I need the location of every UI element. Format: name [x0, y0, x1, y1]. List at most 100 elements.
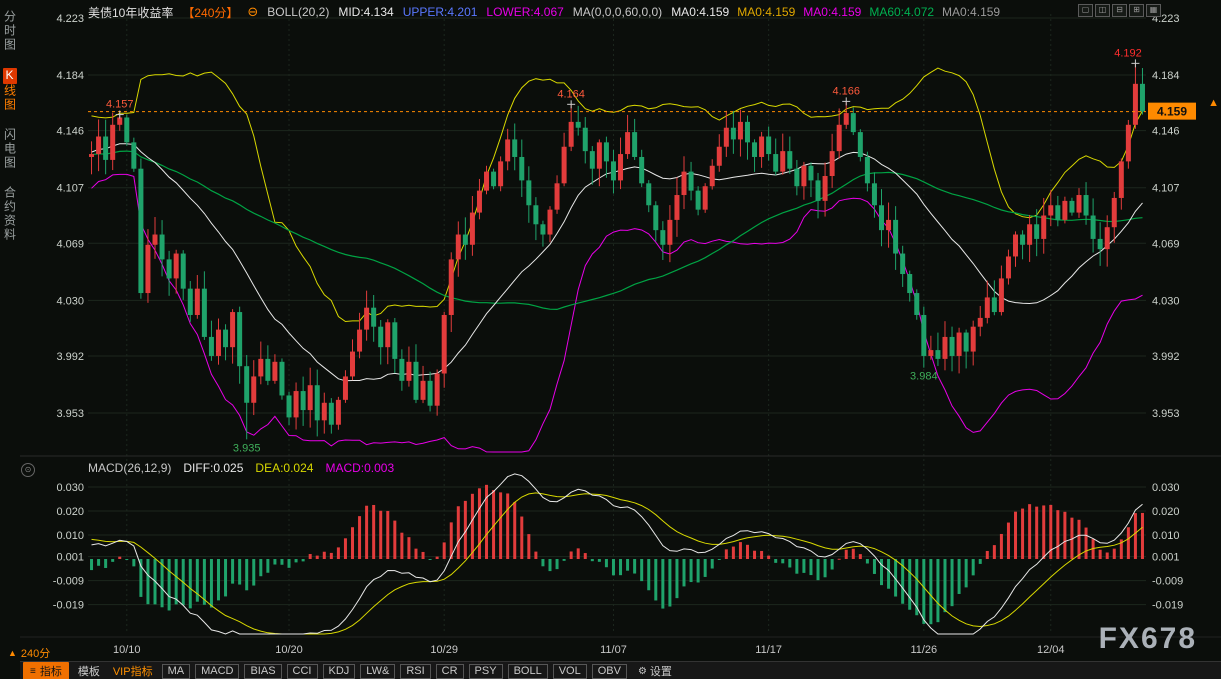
sidebar-item-char: 料 [3, 228, 17, 242]
price-annotation: 4.164 [557, 88, 585, 100]
sidebar-item-time-chart[interactable]: 分时图 [2, 10, 19, 52]
toolbar-lwr[interactable]: LW& [360, 664, 395, 679]
toolbar-label: PSY [475, 665, 497, 677]
boll-mid-line [92, 144, 1143, 381]
period-selector[interactable]: ▲ 240分 [8, 645, 50, 661]
sidebar-item-char: 图 [3, 38, 17, 52]
sidebar-item-char: 图 [3, 156, 17, 170]
boll-upper-value: UPPER:4.201 [403, 5, 478, 19]
latest-price-arrow-icon[interactable]: ▲ [1208, 97, 1219, 109]
macd-axis-label: -0.009 [1152, 576, 1183, 588]
toolbar-cci[interactable]: CCI [287, 664, 318, 679]
macd-axis-label: 0.020 [56, 506, 84, 518]
toolbar-label: CR [442, 665, 458, 677]
toolbar-label: VIP指标 [113, 666, 153, 678]
macd-axis-label: 0.010 [56, 530, 84, 542]
window-layout-icon[interactable]: ◫ [1095, 4, 1110, 17]
sidebar-item-char: 约 [3, 200, 17, 214]
toolbar-label: KDJ [329, 665, 350, 677]
collapse-icon[interactable]: ⊖ [247, 4, 258, 20]
macd-axis-label: 0.001 [1152, 552, 1180, 564]
boll-upper-line [92, 68, 1143, 321]
price-annotation: 4.192 [1114, 47, 1142, 59]
header-ma-value: MA0:4.159 [671, 5, 729, 19]
current-price-tag-label: 4.159 [1157, 105, 1187, 119]
toolbar-psy[interactable]: PSY [469, 664, 503, 679]
sidebar-item-char: 分 [3, 10, 17, 24]
window-layout-icon[interactable]: ▢ [1078, 4, 1093, 17]
window-layout-icon[interactable]: ⊟ [1112, 4, 1127, 17]
ma60-line [92, 151, 1143, 309]
toolbar-macd[interactable]: MACD [195, 664, 239, 679]
boll-label: BOLL(20,2) [267, 5, 329, 19]
macd-dea-value: DEA:0.024 [255, 461, 313, 475]
toolbar-label: MACD [201, 665, 233, 677]
toolbar-settings[interactable]: ⚙设置 [638, 663, 672, 679]
trading-app-window: 4.1594.1573.9354.1644.1663.9844.1924.223… [0, 0, 1221, 679]
toolbar-obv[interactable]: OBV [592, 664, 627, 679]
y-axis-label: 3.953 [56, 408, 84, 420]
toolbar-bias[interactable]: BIAS [244, 664, 281, 679]
sidebar-item-char: 电 [3, 142, 17, 156]
x-axis-label: 11/07 [600, 644, 627, 656]
candles-layer[interactable] [89, 63, 1145, 439]
toolbar-rsi[interactable]: RSI [400, 664, 430, 679]
toolbar-templates[interactable]: 模板 [74, 662, 104, 679]
macd-axis-label: -0.019 [1152, 600, 1183, 612]
dea-line [92, 493, 1143, 634]
sidebar-item-char: 合 [3, 186, 17, 200]
grid-layer [88, 14, 1146, 634]
y-axis-label: 4.107 [1152, 183, 1180, 195]
diff-line [92, 474, 1143, 634]
y-axis-label: 3.992 [56, 351, 84, 363]
y-axis-label: 4.184 [56, 70, 84, 82]
toolbar-indicators[interactable]: ≡指标 [23, 662, 69, 679]
toolbar-label: VOL [559, 665, 581, 677]
sidebar-item-char: 线 [3, 84, 17, 98]
macd-axis-label: -0.019 [53, 600, 84, 612]
header-ma-value: MA0:4.159 [737, 5, 795, 19]
indicator-panel-icon[interactable]: ⊙ [21, 463, 35, 477]
macd-diff-value: DIFF:0.025 [183, 461, 243, 475]
window-layout-controls: ▢◫⊟⊞▦ [1078, 4, 1161, 17]
toolbar-label: OBV [598, 665, 621, 677]
macd-axis-label: 0.020 [1152, 506, 1180, 518]
sidebar-item-kline-chart[interactable]: K线图 [2, 68, 19, 112]
y-axis-label: 4.069 [1152, 238, 1180, 250]
x-axis-label: 10/10 [113, 644, 141, 656]
toolbar-ma[interactable]: MA [162, 664, 191, 679]
y-axis-label: 3.992 [1152, 351, 1180, 363]
window-layout-icon[interactable]: ▦ [1146, 4, 1161, 17]
header-ma-value: MA0:4.159 [942, 5, 1000, 19]
sidebar-item-contract-info[interactable]: 合约资料 [2, 186, 19, 242]
header-ma-value: MA0:4.159 [803, 5, 861, 19]
sidebar-item-char: 资 [3, 214, 17, 228]
price-annotation: 3.935 [233, 442, 261, 454]
x-axis-label: 12/04 [1037, 644, 1065, 656]
sidebar-item-flash-chart[interactable]: 闪电图 [2, 128, 19, 170]
sidebar-item-char: 图 [3, 98, 17, 112]
price-annotation: 3.984 [910, 371, 938, 383]
toolbar-vip-indicators[interactable]: VIP指标 [109, 662, 157, 679]
sidebar-item-char: 闪 [3, 128, 17, 142]
toolbar-cr[interactable]: CR [436, 664, 464, 679]
y-axis-label: 4.146 [1152, 126, 1180, 138]
y-axis-label: 4.030 [56, 295, 84, 307]
chart-canvas[interactable]: 4.1594.1573.9354.1644.1663.9844.1924.223… [0, 0, 1221, 679]
y-axis-label: 4.107 [56, 183, 84, 195]
y-axis-label: 4.069 [56, 238, 84, 250]
window-layout-icon[interactable]: ⊞ [1129, 4, 1144, 17]
toolbar-boll[interactable]: BOLL [508, 664, 548, 679]
price-annotation: 4.166 [832, 85, 860, 97]
macd-axis-label: 0.030 [1152, 482, 1180, 494]
toolbar-label: LW& [366, 665, 389, 677]
toolbar-label: BOLL [514, 665, 542, 677]
macd-name: MACD(26,12,9) [88, 461, 171, 475]
macd-axis-label: 0.010 [1152, 530, 1180, 542]
y-axis-label: 3.953 [1152, 408, 1180, 420]
toolbar-kdj[interactable]: KDJ [323, 664, 356, 679]
header-ma-values: MA0:4.159MA0:4.159MA0:4.159MA60:4.072MA0… [671, 5, 1000, 19]
toolbar-label: BIAS [250, 665, 275, 677]
toolbar-vol[interactable]: VOL [553, 664, 587, 679]
sidebar: 分时图K线图闪电图合约资料 [0, 0, 20, 679]
